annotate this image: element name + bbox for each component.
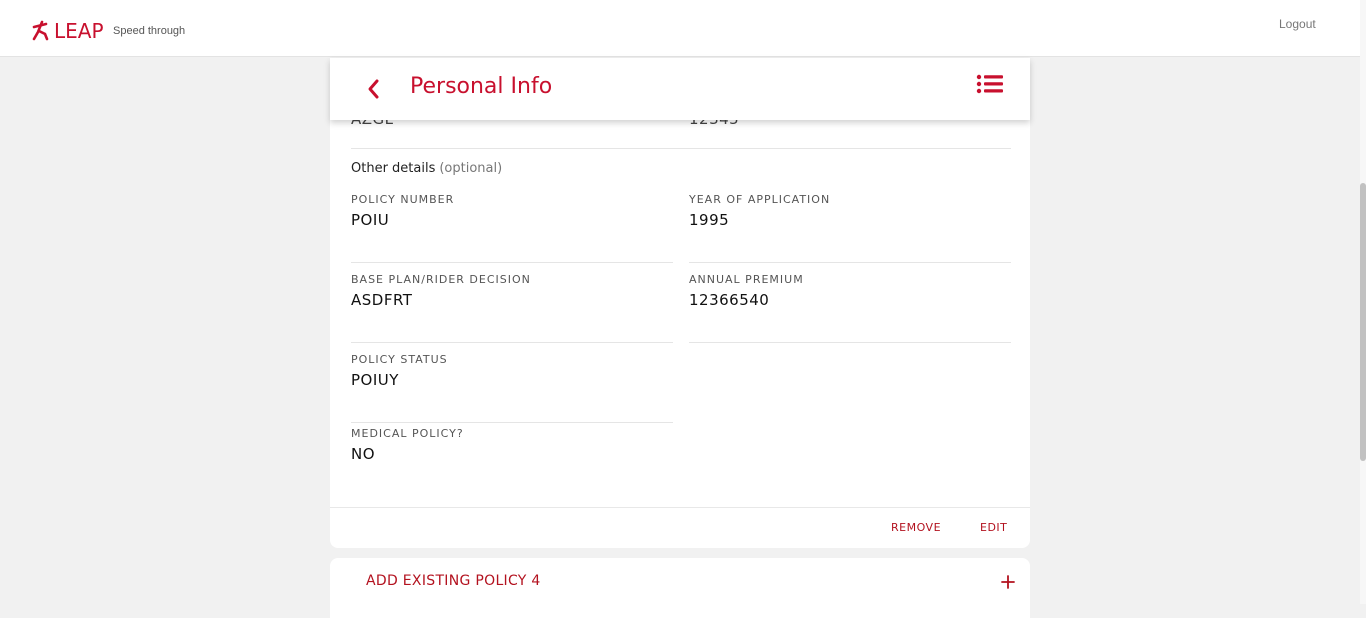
field-label: ANNUAL PREMIUM [689, 273, 804, 286]
remove-button[interactable]: REMOVE [891, 521, 941, 534]
list-menu-icon[interactable] [976, 73, 1004, 99]
other-details-heading: Other details (optional) [351, 161, 502, 176]
runner-icon [32, 20, 49, 41]
base-plan-rider-decision-field: BASE PLAN/RIDER DECISION ASDFRT [351, 273, 673, 343]
field-label: YEAR OF APPLICATION [689, 193, 831, 206]
field-label: BASE PLAN/RIDER DECISION [351, 273, 531, 286]
edit-button[interactable]: EDIT [980, 521, 1007, 534]
other-details-title: Other details [351, 161, 436, 176]
field-value: ASDFRT [351, 291, 413, 309]
brand-name: LEAP [54, 19, 104, 43]
page-title: Personal Info [410, 74, 553, 99]
policy-number-field: POLICY NUMBER POIU [351, 193, 673, 263]
brand-tagline: Speed through [113, 25, 186, 37]
optional-label: (optional) [439, 161, 503, 176]
plus-icon[interactable] [1000, 574, 1016, 590]
actions-divider [330, 507, 1030, 508]
brand-logo[interactable]: LEAP [32, 19, 104, 43]
scrollbar-thumb[interactable] [1360, 183, 1366, 461]
policy-status-field: POLICY STATUS POIUY [351, 353, 673, 423]
add-existing-policy-button[interactable]: ADD EXISTING POLICY 4 [330, 558, 1030, 618]
field-label: POLICY STATUS [351, 353, 448, 366]
add-existing-policy-label: ADD EXISTING POLICY 4 [366, 573, 541, 589]
field-label: POLICY NUMBER [351, 193, 455, 206]
medical-policy-field: MEDICAL POLICY? NO [351, 427, 673, 497]
field-value: NO [351, 445, 376, 463]
logout-link[interactable]: Logout [1279, 17, 1316, 31]
field-value: POIUY [351, 371, 399, 389]
field-label: MEDICAL POLICY? [351, 427, 464, 440]
field-value: 1995 [689, 211, 730, 229]
annual-premium-field: ANNUAL PREMIUM 12366540 [689, 273, 1011, 343]
field-value: POIU [351, 211, 390, 229]
chevron-left-icon[interactable] [364, 76, 384, 102]
top-bar: LEAP Speed through Logout [0, 0, 1360, 57]
field-value: 12366540 [689, 291, 770, 309]
page-header: Personal Info [330, 58, 1030, 120]
year-of-application-field: YEAR OF APPLICATION 1995 [689, 193, 1011, 263]
